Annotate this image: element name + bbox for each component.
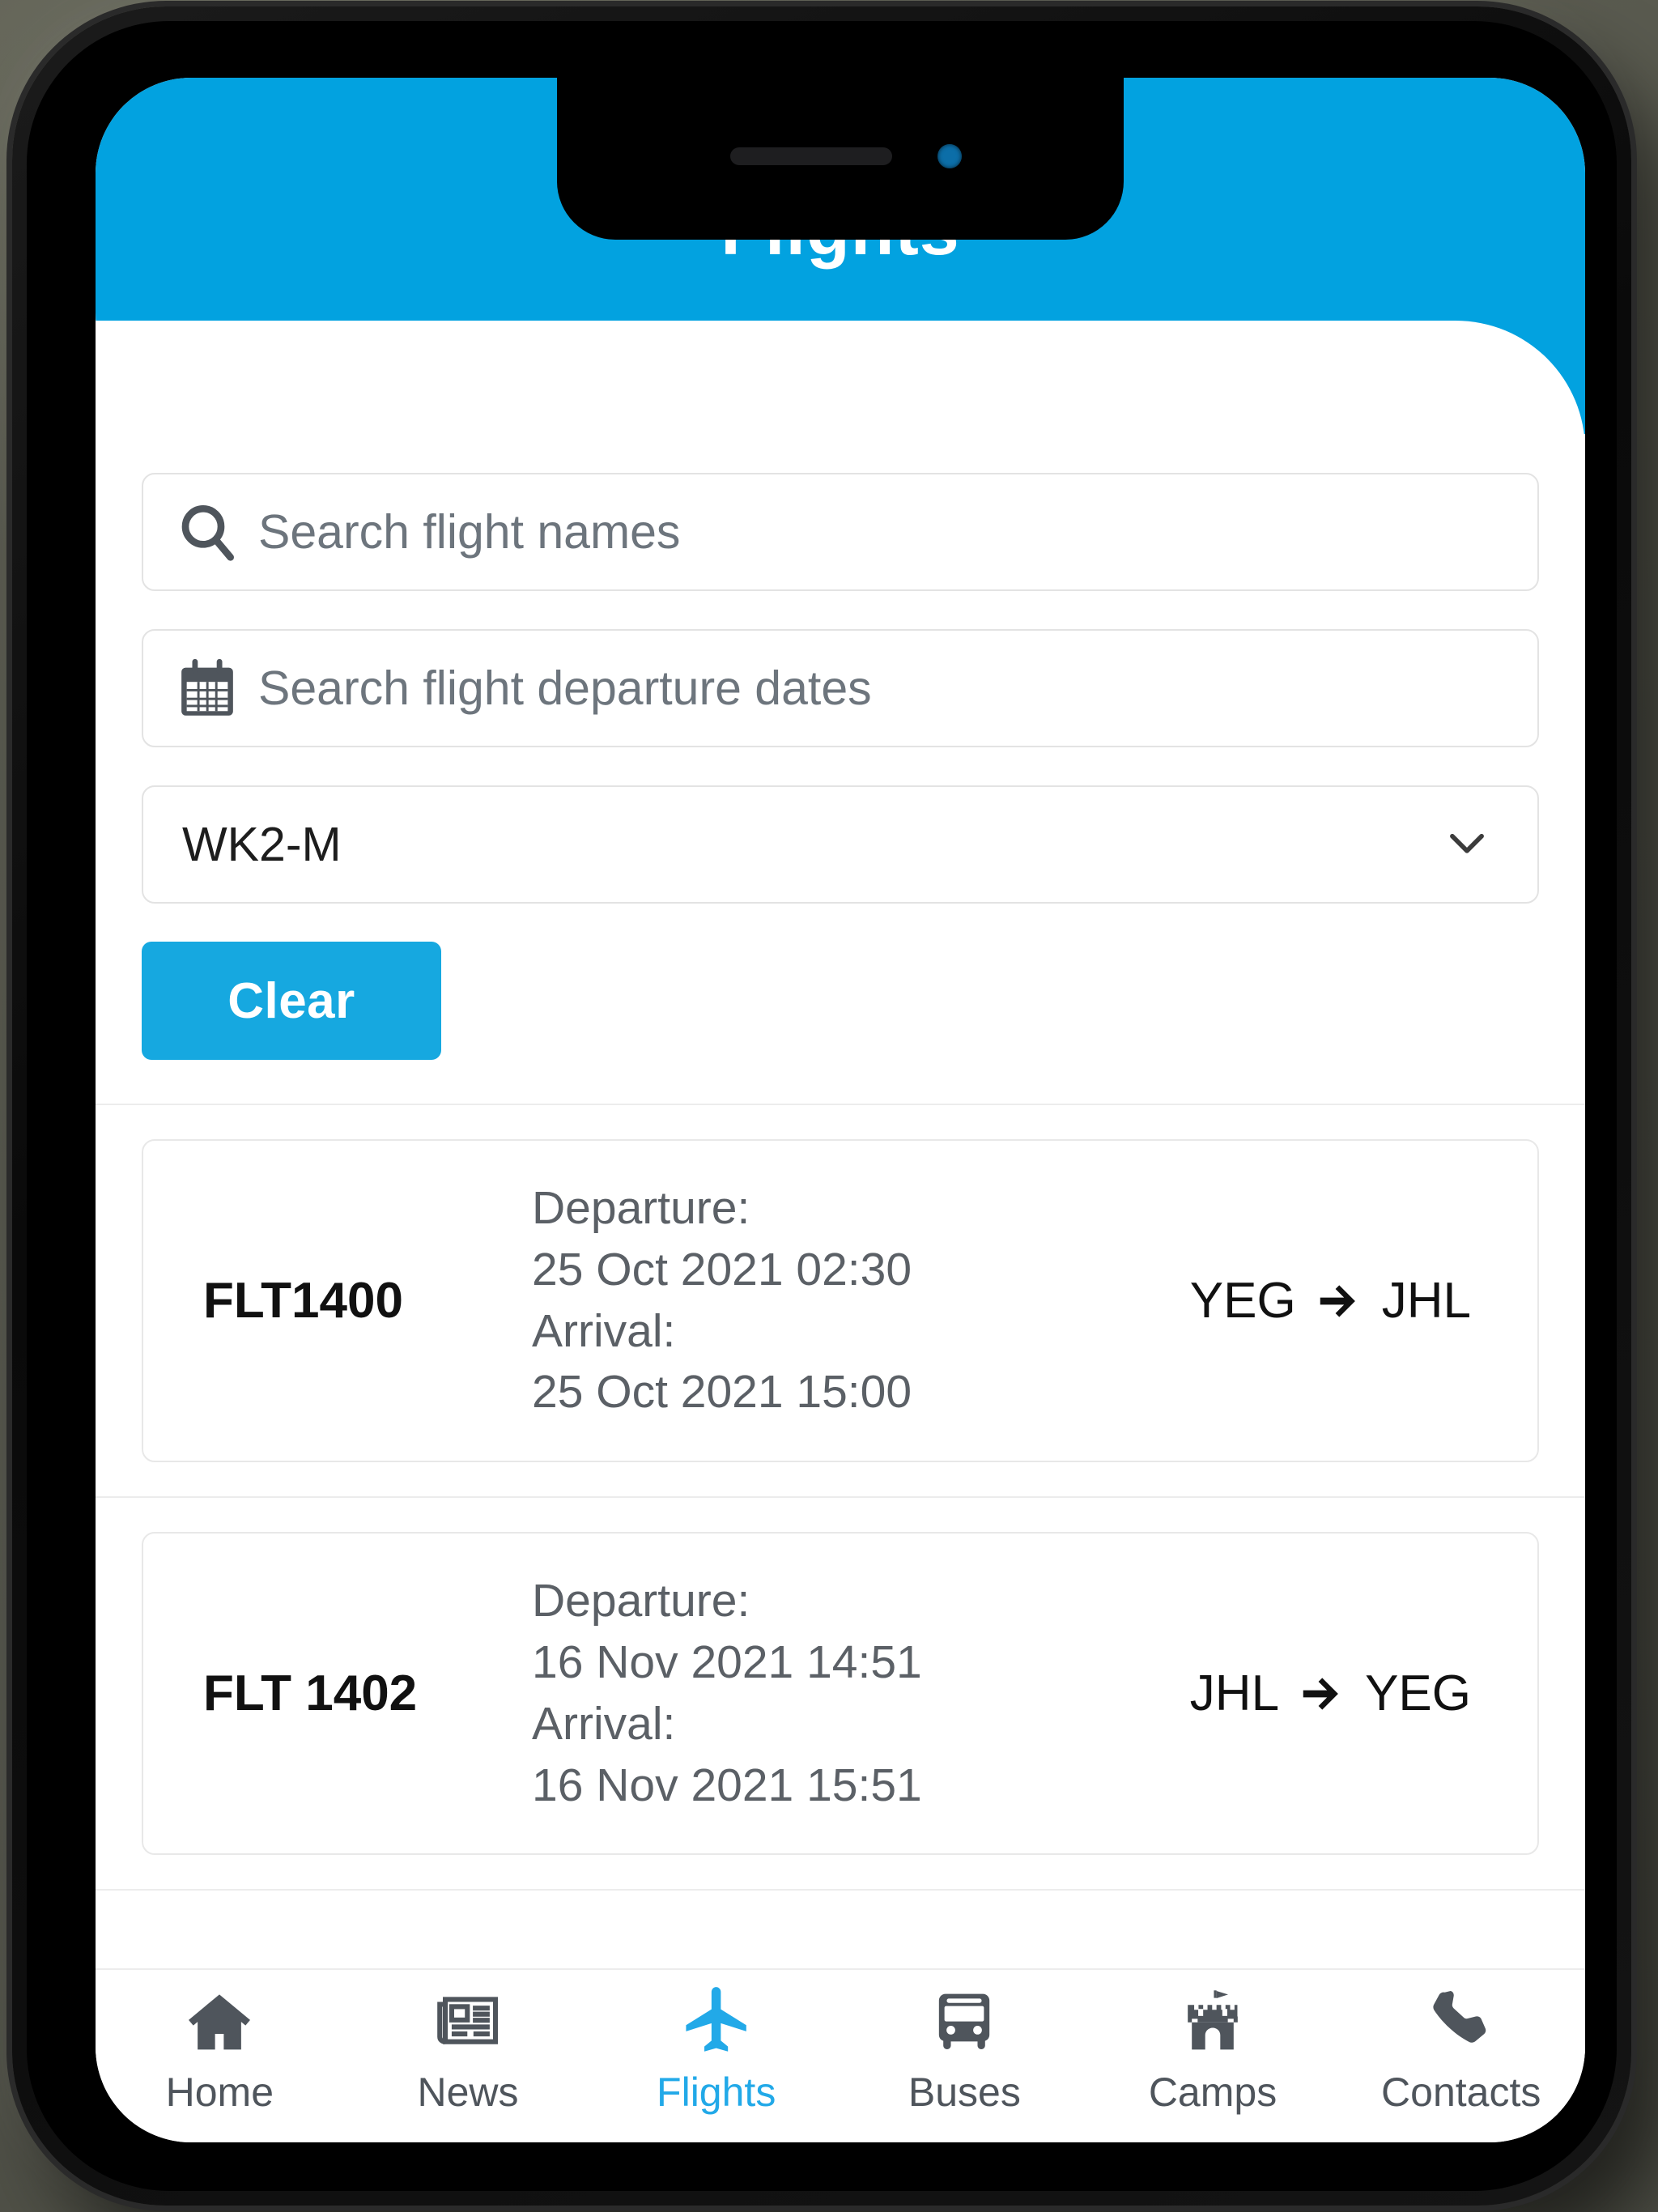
castle-icon: [1178, 1984, 1248, 2059]
bottom-tab-bar: Home News Flights Buses Camps Contacts: [96, 1968, 1585, 2142]
device-notch: [557, 78, 1124, 240]
flight-times: Departure: 16 Nov 2021 14:51 Arrival: 16…: [532, 1571, 1190, 1816]
flight-route: YEG JHL: [1190, 1272, 1505, 1329]
date-search-placeholder: Search flight departure dates: [258, 661, 872, 715]
departure-label: Departure:: [532, 1575, 750, 1627]
tab-label: Home: [165, 2069, 274, 2115]
flight-card[interactable]: FLT 1402 Departure: 16 Nov 2021 14:51 Ar…: [142, 1532, 1539, 1856]
arrival-label: Arrival:: [532, 1304, 676, 1357]
route-destination: YEG: [1365, 1665, 1471, 1722]
arrival-value: 25 Oct 2021 15:00: [532, 1366, 912, 1419]
search-input-placeholder: Search flight names: [258, 504, 681, 559]
route-origin: YEG: [1189, 1273, 1296, 1329]
search-icon: [172, 497, 242, 567]
flight-card[interactable]: FLT1400 Departure: 25 Oct 2021 02:30 Arr…: [142, 1139, 1539, 1463]
main-content: Search flight names Search flight depart…: [96, 434, 1585, 1968]
date-search-input[interactable]: Search flight departure dates: [142, 629, 1539, 747]
arrow-right-icon: [1297, 1669, 1347, 1719]
home-icon: [185, 1984, 254, 2059]
route-origin: JHL: [1189, 1665, 1280, 1722]
bus-icon: [929, 1984, 999, 2059]
tab-contacts[interactable]: Contacts: [1337, 1984, 1585, 2112]
phone-device-frame: Flights Search flight names: [12, 6, 1631, 2206]
earpiece-speaker-icon: [730, 147, 892, 165]
tab-label: News: [417, 2069, 519, 2115]
flight-list: FLT1400 Departure: 25 Oct 2021 02:30 Arr…: [96, 1105, 1585, 1891]
search-input[interactable]: Search flight names: [142, 473, 1539, 591]
departure-value: 25 Oct 2021 02:30: [532, 1243, 912, 1295]
front-camera-icon: [937, 144, 962, 168]
tab-label: Flights: [657, 2069, 776, 2115]
tab-news[interactable]: News: [344, 1984, 593, 2112]
clear-button[interactable]: Clear: [142, 942, 441, 1060]
phone-screen: Flights Search flight names: [96, 78, 1585, 2142]
arrow-right-icon: [1314, 1276, 1364, 1326]
tab-label: Buses: [908, 2069, 1021, 2115]
camp-select-value: WK2-M: [182, 817, 342, 871]
flight-row[interactable]: FLT1400 Departure: 25 Oct 2021 02:30 Arr…: [96, 1105, 1585, 1499]
tab-label: Contacts: [1381, 2069, 1541, 2115]
tab-buses[interactable]: Buses: [840, 1984, 1089, 2112]
tab-home[interactable]: Home: [96, 1984, 344, 2112]
departure-value: 16 Nov 2021 14:51: [532, 1636, 922, 1688]
departure-label: Departure:: [532, 1182, 750, 1234]
flight-times: Departure: 25 Oct 2021 02:30 Arrival: 25…: [532, 1178, 1190, 1423]
flight-row[interactable]: FLT 1402 Departure: 16 Nov 2021 14:51 Ar…: [96, 1498, 1585, 1891]
tab-label: Camps: [1148, 2069, 1278, 2115]
airplane-icon: [679, 1984, 754, 2059]
chevron-down-icon: [1442, 818, 1492, 872]
arrival-value: 16 Nov 2021 15:51: [532, 1759, 922, 1811]
flight-code: FLT 1402: [203, 1665, 418, 1721]
filter-section: Search flight names Search flight depart…: [96, 434, 1585, 1105]
flight-route: JHL YEG: [1190, 1665, 1505, 1722]
flight-code: FLT1400: [203, 1272, 403, 1329]
tab-camps[interactable]: Camps: [1089, 1984, 1337, 2112]
tab-flights[interactable]: Flights: [592, 1984, 840, 2112]
newspaper-icon: [433, 1984, 503, 2059]
route-destination: JHL: [1381, 1273, 1471, 1329]
camp-select[interactable]: WK2-M: [142, 785, 1539, 904]
arrival-label: Arrival:: [532, 1697, 676, 1750]
calendar-icon: [172, 653, 242, 723]
phone-icon: [1426, 1984, 1496, 2059]
